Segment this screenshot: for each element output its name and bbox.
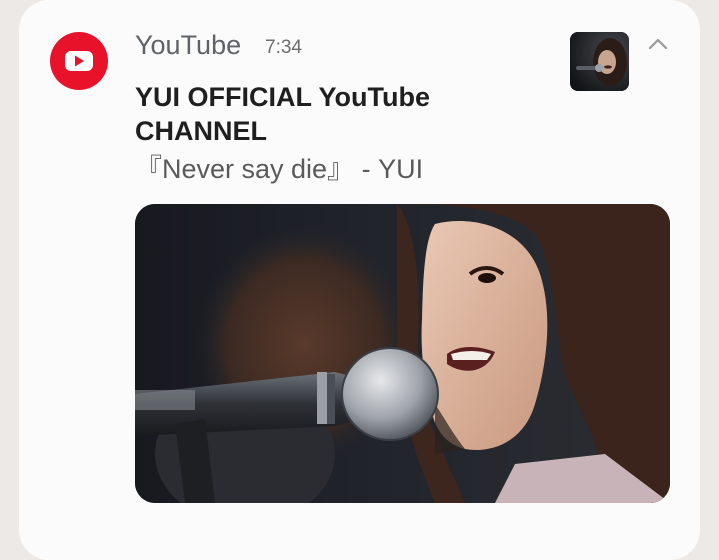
notification-title: YUI OFFICIAL YouTube CHANNEL [135,82,430,146]
notification-subtitle: 『Never say die』 - YUI [135,154,424,184]
video-preview-image[interactable] [135,204,670,503]
youtube-play-icon [65,51,93,71]
app-name: YouTube [135,30,242,60]
video-thumbnail[interactable] [570,32,629,91]
expand-button[interactable] [647,36,669,52]
chevron-up-icon [648,38,668,50]
youtube-app-icon [50,32,108,90]
notification-card[interactable]: YouTube 7:34 YUI OFFICIAL YouTube CHANNE… [19,0,700,560]
notification-time: 7:34 [265,37,302,58]
